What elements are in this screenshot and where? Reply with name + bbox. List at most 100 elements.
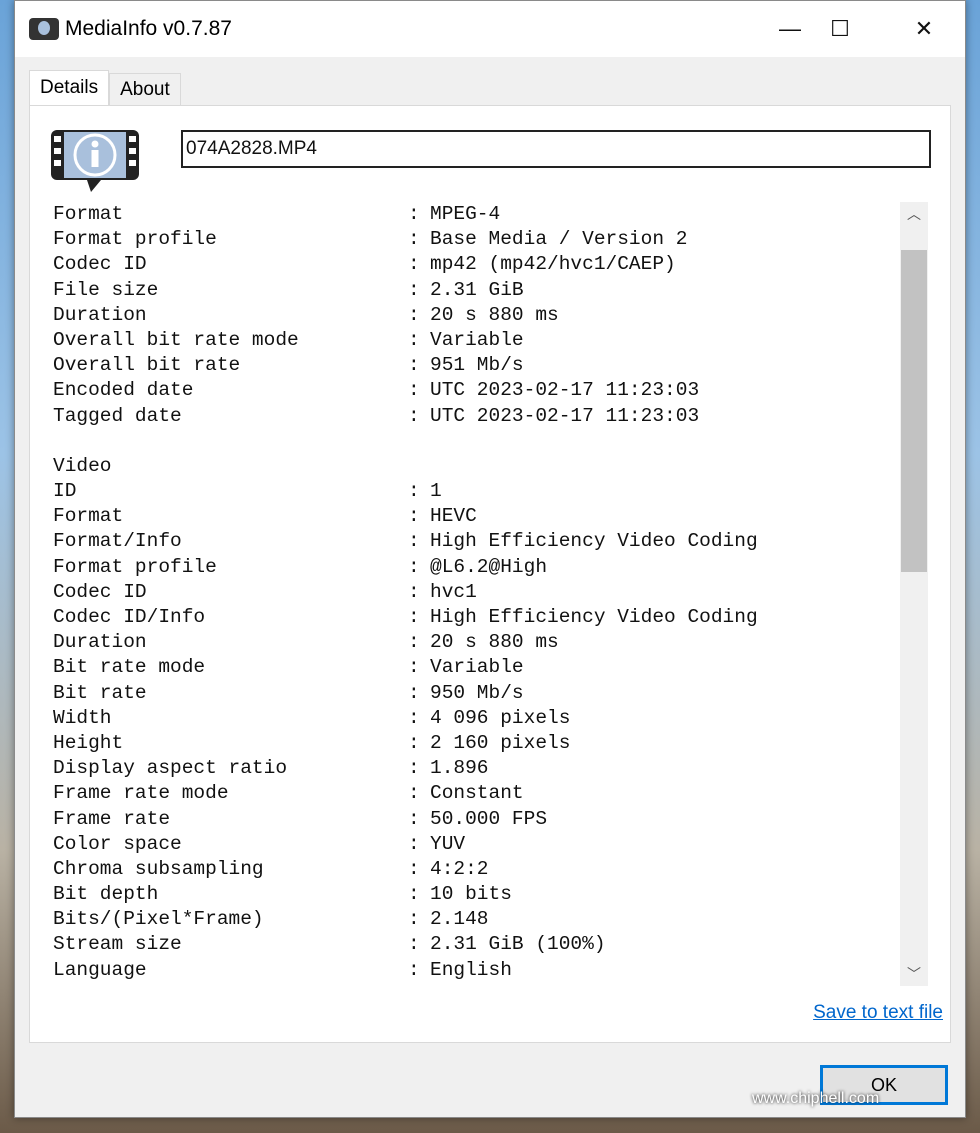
detail-value: UTC 2023-02-17 11:23:03 <box>430 404 700 427</box>
detail-row: Format: HEVC <box>53 504 899 529</box>
detail-value: HEVC <box>430 505 477 528</box>
detail-row: Color space: YUV <box>53 832 899 857</box>
separator: : <box>408 555 420 578</box>
detail-row: Frame rate:50.000 FPS <box>53 807 899 832</box>
separator: : <box>408 480 420 503</box>
detail-row: Width:4 096 pixels <box>53 706 899 731</box>
detail-label: Duration <box>53 303 147 326</box>
separator: : <box>408 303 420 326</box>
detail-label: Color space <box>53 832 182 855</box>
separator: : <box>408 505 420 528</box>
vertical-scrollbar[interactable]: ︿ ﹀ <box>900 202 928 986</box>
detail-value: @L6.2@High <box>430 555 548 578</box>
detail-value: mp42 (mp42/hvc1/CAEP) <box>430 253 676 276</box>
separator: : <box>408 228 420 251</box>
detail-value: High Efficiency Video Coding <box>430 530 758 553</box>
separator: : <box>408 253 420 276</box>
detail-value: 20 s 880 ms <box>430 303 559 326</box>
separator: : <box>408 354 420 377</box>
detail-value: Base Media / Version 2 <box>430 228 688 251</box>
app-icon <box>29 18 59 40</box>
separator: : <box>408 580 420 603</box>
detail-label: Bits/(Pixel*Frame) <box>53 908 264 931</box>
detail-row: Stream size:2.31 GiB (100%) <box>53 932 899 957</box>
title-bar: MediaInfo v0.7.87 — ☐ ✕ <box>15 1 965 57</box>
scroll-up-icon[interactable]: ︿ <box>900 202 928 226</box>
detail-label: ID <box>53 480 77 503</box>
detail-row: Language: English <box>53 958 899 983</box>
detail-label: Duration <box>53 631 147 654</box>
detail-value: Constant <box>430 782 524 805</box>
separator: : <box>408 857 420 880</box>
detail-value: 1.896 <box>430 757 489 780</box>
separator: : <box>408 908 420 931</box>
detail-label: Stream size <box>53 933 182 956</box>
separator: : <box>408 883 420 906</box>
detail-value: 2.31 GiB (100%) <box>430 933 606 956</box>
separator: : <box>408 782 420 805</box>
detail-row: Bit rate:950 Mb/s <box>53 681 899 706</box>
details-text[interactable]: Format: MPEG-4 Format profile: Base Media /… <box>53 202 899 986</box>
detail-row: Codec ID/Info: High Efficiency Video Codi… <box>53 605 899 630</box>
detail-row: Bit depth:10 bits <box>53 882 899 907</box>
detail-label: Encoded date <box>53 379 194 402</box>
detail-value: Variable <box>430 328 524 351</box>
maximize-button[interactable]: ☐ <box>805 1 875 57</box>
detail-value: 2.31 GiB <box>430 278 524 301</box>
save-to-text-file-link[interactable]: Save to text file <box>813 1002 943 1024</box>
detail-value: 4:2:2 <box>430 857 489 880</box>
detail-row: Bit rate mode: Variable <box>53 655 899 680</box>
detail-label: Codec ID <box>53 580 147 603</box>
detail-row: Overall bit rate:951 Mb/s <box>53 353 899 378</box>
detail-row: Tagged date: UTC 2023-02-17 11:23:03 <box>53 404 899 429</box>
scroll-down-icon[interactable]: ﹀ <box>900 962 928 986</box>
detail-row: Codec ID: mp42 (mp42/hvc1/CAEP) <box>53 252 899 277</box>
detail-value: hvc1 <box>430 580 477 603</box>
separator: : <box>408 832 420 855</box>
detail-row: Duration:20 s 880 ms <box>53 303 899 328</box>
separator: : <box>408 656 420 679</box>
close-button[interactable]: ✕ <box>889 1 959 57</box>
detail-label: Tagged date <box>53 404 182 427</box>
detail-row: Format profile: @L6.2@High <box>53 555 899 580</box>
scrollbar-thumb[interactable] <box>901 250 927 572</box>
detail-value: Variable <box>430 656 524 679</box>
detail-row: Height:2 160 pixels <box>53 731 899 756</box>
detail-row: Format/Info: High Efficiency Video Coding <box>53 529 899 554</box>
detail-value: 1 <box>430 480 442 503</box>
detail-row: Format: MPEG-4 <box>53 202 899 227</box>
separator: : <box>408 530 420 553</box>
detail-row: ID:1 <box>53 479 899 504</box>
detail-label: Width <box>53 706 112 729</box>
separator: : <box>408 706 420 729</box>
separator: : <box>408 631 420 654</box>
detail-label: Codec ID/Info <box>53 606 206 628</box>
detail-value: 20 s 880 ms <box>430 631 559 654</box>
details-panel: 074A2828.MP4 Format: MPEG-4 Format profile… <box>29 105 951 1043</box>
detail-label: Video <box>53 454 112 477</box>
detail-row: Format profile: Base Media / Version 2 <box>53 227 899 252</box>
separator: : <box>408 278 420 301</box>
detail-value: 950 Mb/s <box>430 681 524 704</box>
separator: : <box>408 958 420 981</box>
separator: : <box>408 328 420 351</box>
separator: : <box>408 404 420 427</box>
tab-details[interactable]: Details <box>29 70 110 105</box>
detail-label: File size <box>53 278 159 301</box>
detail-label: Format profile <box>53 228 217 251</box>
detail-row: Codec ID: hvc1 <box>53 580 899 605</box>
file-name-field[interactable]: 074A2828.MP4 <box>181 130 931 168</box>
detail-label: Format <box>53 505 124 528</box>
separator: : <box>408 606 420 628</box>
watermark: www.chiphell.com <box>752 1090 880 1107</box>
tab-about[interactable]: About <box>109 73 181 105</box>
detail-row: Video <box>53 454 899 479</box>
detail-label: Language <box>53 958 147 981</box>
detail-row: File size:2.31 GiB <box>53 278 899 303</box>
detail-label: Bit rate <box>53 681 147 704</box>
detail-row: Frame rate mode: Constant <box>53 781 899 806</box>
detail-label: Overall bit rate mode <box>53 328 299 351</box>
detail-value: 2.148 <box>430 908 489 931</box>
detail-value: MPEG-4 <box>430 203 501 225</box>
detail-label: Display aspect ratio <box>53 757 288 780</box>
